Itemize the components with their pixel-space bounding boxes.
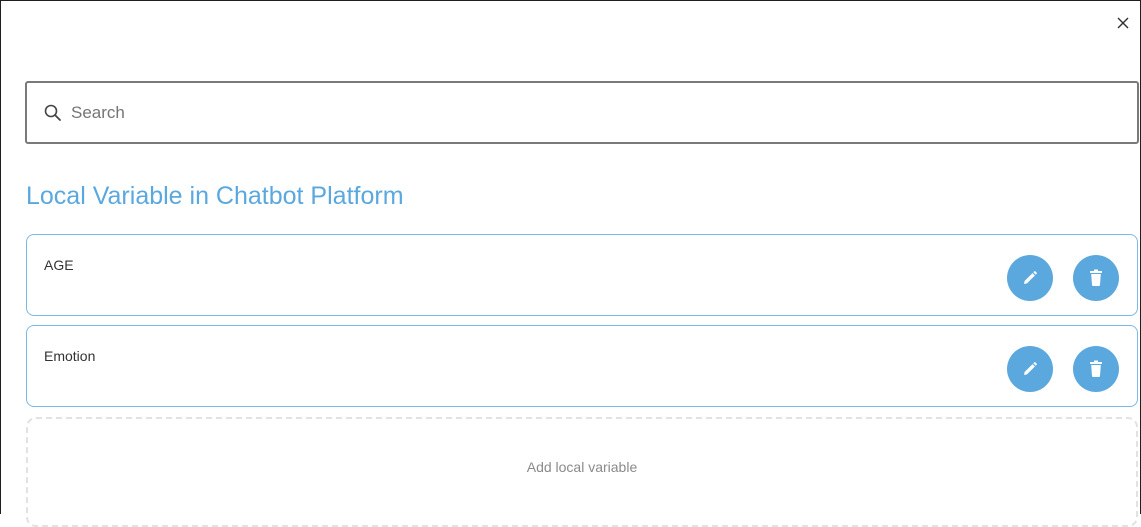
section-title: Local Variable in Chatbot Platform (26, 182, 404, 210)
pencil-icon (1022, 270, 1038, 286)
delete-variable-button[interactable] (1073, 346, 1119, 392)
local-variable-dialog: Local Variable in Chatbot Platform AGE E… (0, 0, 1141, 527)
close-icon (1114, 14, 1132, 32)
search-input[interactable] (71, 102, 1071, 123)
search-icon (43, 103, 63, 123)
variable-name: AGE (44, 257, 74, 273)
pencil-icon (1022, 361, 1038, 377)
variable-name: Emotion (44, 348, 96, 364)
variable-card: AGE (26, 234, 1138, 316)
add-local-variable-label: Add local variable (526, 459, 638, 475)
trash-icon (1088, 269, 1104, 287)
trash-icon (1088, 360, 1104, 378)
close-button[interactable] (1114, 14, 1132, 32)
add-local-variable-button[interactable]: Add local variable (26, 417, 1138, 527)
edit-variable-button[interactable] (1007, 346, 1053, 392)
delete-variable-button[interactable] (1073, 255, 1119, 301)
edit-variable-button[interactable] (1007, 255, 1053, 301)
search-box[interactable] (25, 81, 1139, 144)
variable-card: Emotion (26, 325, 1138, 407)
